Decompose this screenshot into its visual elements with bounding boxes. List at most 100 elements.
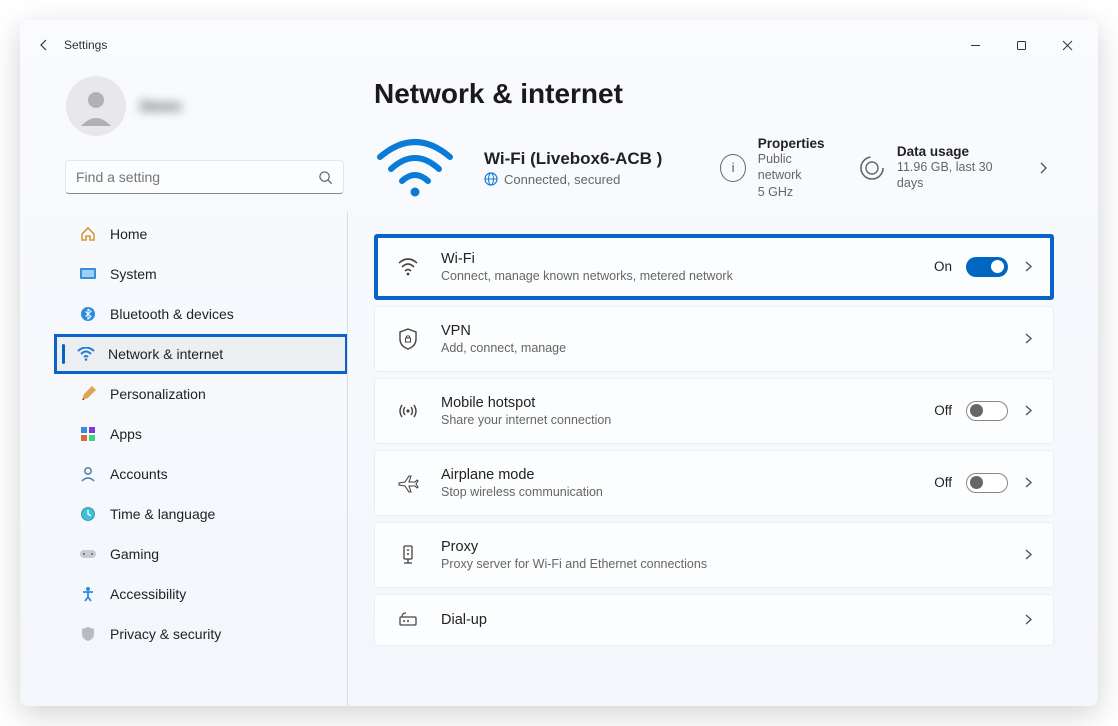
card-desc: Proxy server for Wi-Fi and Ethernet conn… [441, 557, 707, 571]
proxy-icon [397, 544, 419, 566]
search-icon [318, 170, 333, 185]
brush-icon [78, 384, 98, 404]
minimize-button[interactable] [952, 29, 998, 61]
card-desc: Share your internet connection [441, 413, 611, 427]
sidebar-item-label: Network & internet [108, 346, 223, 362]
avatar [66, 76, 126, 136]
sidebar-item-label: Home [110, 226, 147, 242]
home-icon [78, 224, 98, 244]
airplane-toggle[interactable] [966, 473, 1008, 493]
airplane-state: Off [934, 475, 952, 490]
card-title: VPN [441, 323, 566, 339]
chevron-right-icon [1022, 613, 1035, 626]
bluetooth-icon [78, 304, 98, 324]
status-expand-chevron[interactable] [1036, 161, 1054, 175]
chevron-right-icon [1022, 404, 1035, 417]
sidebar-item-apps[interactable]: Apps [24, 414, 344, 454]
sidebar-item-accessibility[interactable]: Accessibility [24, 574, 344, 614]
properties-line1: Public network [758, 151, 831, 184]
card-title: Dial-up [441, 612, 487, 628]
page-title: Network & internet [374, 78, 1054, 110]
dialup-icon [397, 609, 419, 631]
hotspot-state: Off [934, 403, 952, 418]
chevron-right-icon [1022, 332, 1035, 345]
sidebar-item-home[interactable]: Home [24, 214, 344, 254]
card-desc: Connect, manage known networks, metered … [441, 269, 733, 283]
card-desc: Stop wireless communication [441, 485, 603, 499]
settings-item-wifi[interactable]: Wi-Fi Connect, manage known networks, me… [374, 234, 1054, 300]
system-icon [78, 264, 98, 284]
wifi-toggle[interactable] [966, 257, 1008, 277]
sidebar-item-personalization[interactable]: Personalization [24, 374, 344, 414]
sidebar-item-time[interactable]: Time & language [24, 494, 344, 534]
hotspot-toggle[interactable] [966, 401, 1008, 421]
settings-item-vpn[interactable]: VPN Add, connect, manage [374, 306, 1054, 372]
back-button[interactable] [28, 29, 60, 61]
profile-block[interactable]: Demo [20, 70, 348, 154]
window-controls [952, 29, 1090, 61]
search-box[interactable] [65, 160, 344, 194]
sidebar-item-label: Privacy & security [110, 626, 221, 642]
chevron-right-icon [1022, 476, 1035, 489]
properties-label: Properties [758, 136, 831, 151]
data-usage-icon [859, 155, 885, 181]
card-desc: Add, connect, manage [441, 341, 566, 355]
maximize-button[interactable] [998, 29, 1044, 61]
ssid-label: Wi-Fi (Livebox6-ACB ) [484, 149, 662, 169]
sidebar: Demo Home System Bluetooth & devices [20, 70, 348, 706]
wifi-large-icon [374, 137, 456, 199]
apps-icon [78, 424, 98, 444]
airplane-icon [397, 472, 419, 494]
settings-item-proxy[interactable]: Proxy Proxy server for Wi-Fi and Etherne… [374, 522, 1054, 588]
card-title: Wi-Fi [441, 251, 733, 267]
settings-window: Settings Demo Home [20, 20, 1098, 706]
close-button[interactable] [1044, 29, 1090, 61]
card-title: Mobile hotspot [441, 395, 611, 411]
sidebar-item-accounts[interactable]: Accounts [24, 454, 344, 494]
accessibility-icon [78, 584, 98, 604]
data-usage-button[interactable]: Data usage 11.96 GB, last 30 days [859, 144, 1008, 192]
sidebar-item-label: Personalization [110, 386, 206, 402]
sidebar-item-label: Accounts [110, 466, 168, 482]
info-icon: i [720, 154, 745, 182]
sidebar-item-label: Bluetooth & devices [110, 306, 234, 322]
hotspot-icon [397, 400, 419, 422]
settings-item-dialup[interactable]: Dial-up [374, 594, 1054, 646]
settings-item-hotspot[interactable]: Mobile hotspot Share your internet conne… [374, 378, 1054, 444]
usage-label: Data usage [897, 144, 1008, 159]
properties-button[interactable]: i Properties Public network 5 GHz [720, 136, 831, 200]
sidebar-item-label: Gaming [110, 546, 159, 562]
nav: Home System Bluetooth & devices Network … [20, 212, 348, 706]
settings-list: Wi-Fi Connect, manage known networks, me… [374, 234, 1054, 646]
sidebar-item-bluetooth[interactable]: Bluetooth & devices [24, 294, 344, 334]
card-title: Airplane mode [441, 467, 603, 483]
properties-line2: 5 GHz [758, 184, 831, 200]
sidebar-item-label: Accessibility [110, 586, 186, 602]
accounts-icon [78, 464, 98, 484]
connection-state: Connected, secured [504, 172, 620, 187]
gamepad-icon [78, 544, 98, 564]
wifi-icon [76, 344, 96, 364]
chevron-right-icon [1022, 260, 1035, 273]
shield-icon [78, 624, 98, 644]
wifi-state: On [934, 259, 952, 274]
sidebar-item-system[interactable]: System [24, 254, 344, 294]
sidebar-item-privacy[interactable]: Privacy & security [24, 614, 344, 654]
globe-icon [484, 172, 498, 186]
network-status-row: Wi-Fi (Livebox6-ACB ) Connected, secured… [374, 136, 1054, 200]
window-title: Settings [64, 38, 107, 52]
sidebar-item-gaming[interactable]: Gaming [24, 534, 344, 574]
usage-value: 11.96 GB, last 30 days [897, 159, 1008, 192]
shield-lock-icon [397, 328, 419, 350]
chevron-right-icon [1022, 548, 1035, 561]
search-input[interactable] [76, 169, 318, 185]
main-panel: Network & internet Wi-Fi (Livebox6-ACB )… [348, 70, 1098, 706]
sidebar-item-label: Time & language [110, 506, 215, 522]
settings-item-airplane[interactable]: Airplane mode Stop wireless communicatio… [374, 450, 1054, 516]
clock-icon [78, 504, 98, 524]
sidebar-item-network[interactable]: Network & internet [54, 334, 348, 374]
connection-status[interactable]: Wi-Fi (Livebox6-ACB ) Connected, secured [484, 149, 662, 187]
card-title: Proxy [441, 539, 707, 555]
profile-name: Demo [140, 98, 182, 115]
titlebar: Settings [20, 20, 1098, 70]
